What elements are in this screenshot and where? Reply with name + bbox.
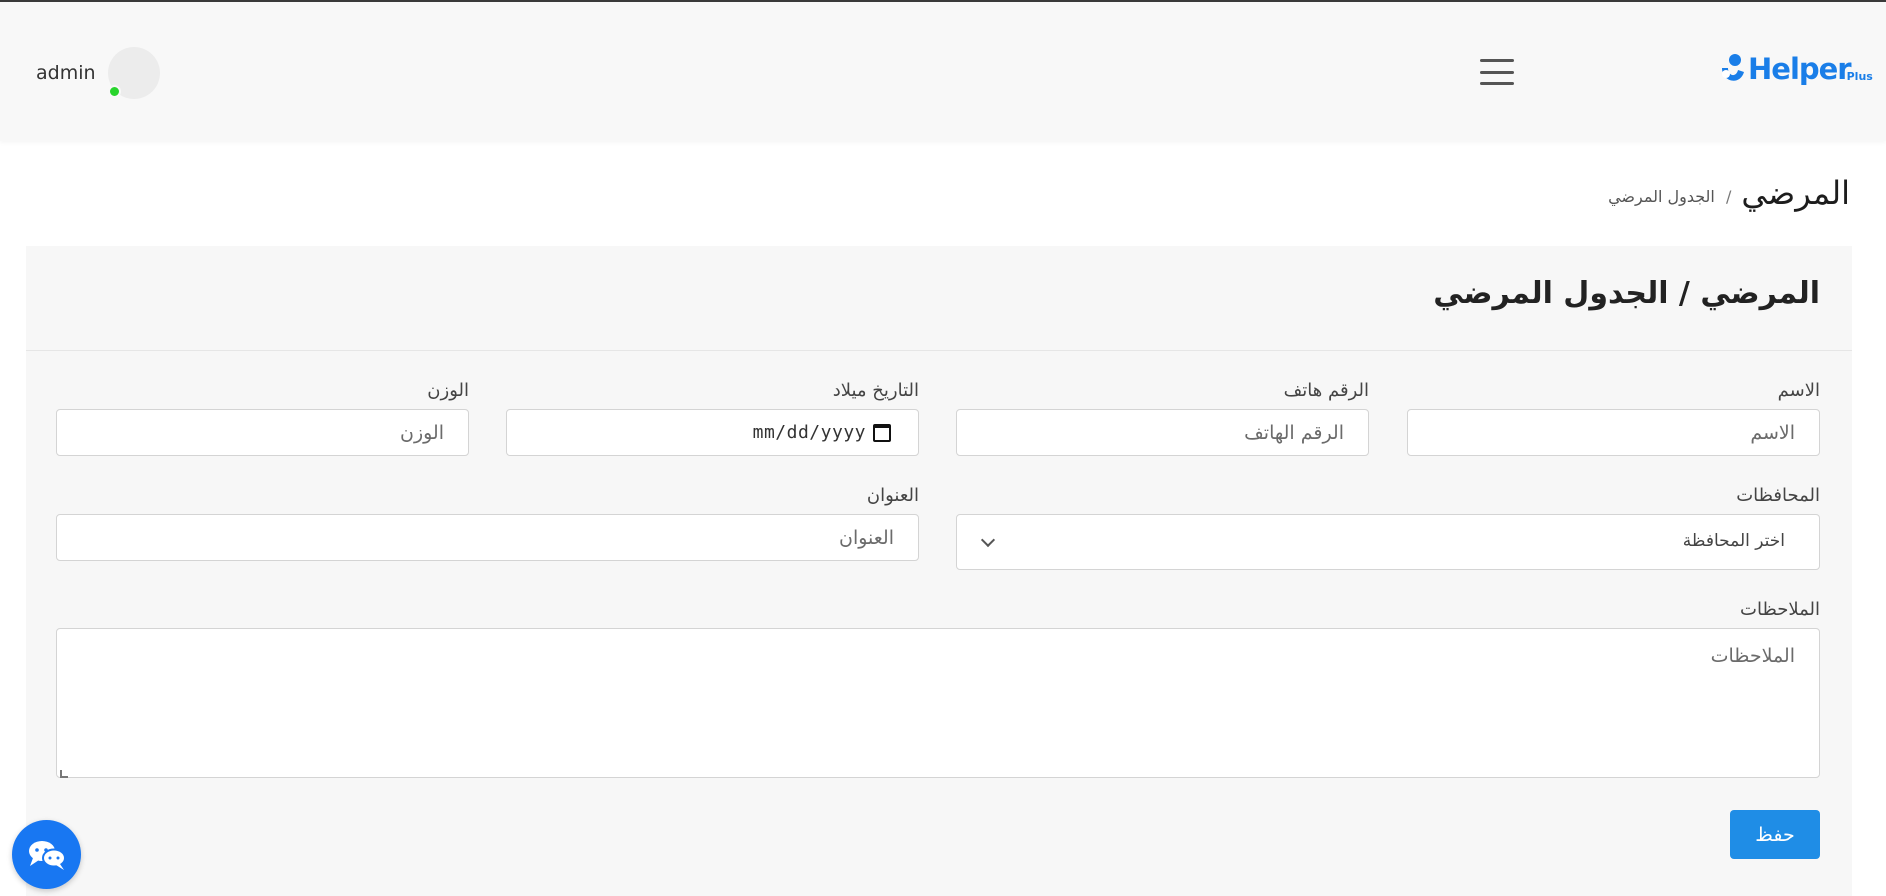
chat-button[interactable]	[12, 820, 81, 889]
card-header: المرضي / الجدول المرضي	[26, 246, 1852, 351]
avatar[interactable]	[107, 47, 160, 99]
save-button[interactable]: حفظ	[1730, 810, 1820, 859]
weight-group: الوزن	[56, 380, 469, 456]
weight-label: الوزن	[427, 380, 469, 401]
calendar-icon[interactable]	[873, 423, 891, 442]
birthdate-input[interactable]: mm/dd/yyyy	[506, 409, 919, 456]
notes-label: الملاحظات	[1740, 599, 1820, 620]
page-title: المرضي	[1741, 174, 1850, 212]
phone-input[interactable]	[956, 409, 1369, 456]
hamburger-icon[interactable]	[1480, 59, 1514, 85]
chat-icon	[28, 840, 66, 870]
birthdate-value: mm/dd/yyyy	[752, 422, 866, 443]
chevron-down-icon	[980, 532, 996, 548]
user-menu[interactable]: admin	[36, 46, 160, 100]
breadcrumb-separator: /	[1725, 186, 1732, 206]
weight-input[interactable]	[56, 409, 469, 456]
birthdate-label: التاريخ ميلاد	[832, 380, 919, 401]
birthdate-group: التاريخ ميلاد mm/dd/yyyy	[506, 380, 919, 456]
top-header: admin Helper Plus	[0, 2, 1886, 141]
page-heading: المرضي / الجدول المرضي	[1608, 174, 1850, 212]
breadcrumb: / الجدول المرضي	[1608, 187, 1731, 206]
governorate-label: المحافظات	[1736, 485, 1820, 506]
logo-text: Helper	[1748, 52, 1852, 86]
phone-label: الرقم هاتف	[1283, 380, 1369, 401]
notes-wrapper	[56, 628, 1820, 782]
address-label: العنوان	[866, 485, 919, 506]
resize-handle-icon[interactable]	[60, 770, 68, 778]
governorate-selected: اختر المحافظة	[1682, 531, 1785, 551]
address-input[interactable]	[56, 514, 919, 561]
name-label: الاسم	[1777, 380, 1820, 401]
governorate-group: المحافظات اختر المحافظة	[956, 485, 1820, 570]
governorate-select[interactable]: اختر المحافظة	[956, 514, 1820, 570]
logo-mark-icon	[1722, 54, 1744, 81]
notes-textarea[interactable]	[56, 628, 1820, 778]
phone-group: الرقم هاتف	[956, 380, 1369, 456]
brand-logo[interactable]: Helper Plus	[1718, 52, 1873, 86]
address-group: العنوان	[56, 485, 919, 561]
patient-form-card: المرضي / الجدول المرضي	[26, 246, 1852, 896]
username: admin	[36, 62, 96, 84]
breadcrumb-current[interactable]: الجدول المرضي	[1608, 187, 1715, 206]
name-group: الاسم	[1407, 380, 1820, 456]
online-status-dot	[107, 85, 121, 98]
card-title: المرضي / الجدول المرضي	[1433, 276, 1820, 311]
notes-group: الملاحظات	[56, 599, 1820, 782]
logo-subtext: Plus	[1846, 69, 1873, 83]
name-input[interactable]	[1407, 409, 1820, 456]
